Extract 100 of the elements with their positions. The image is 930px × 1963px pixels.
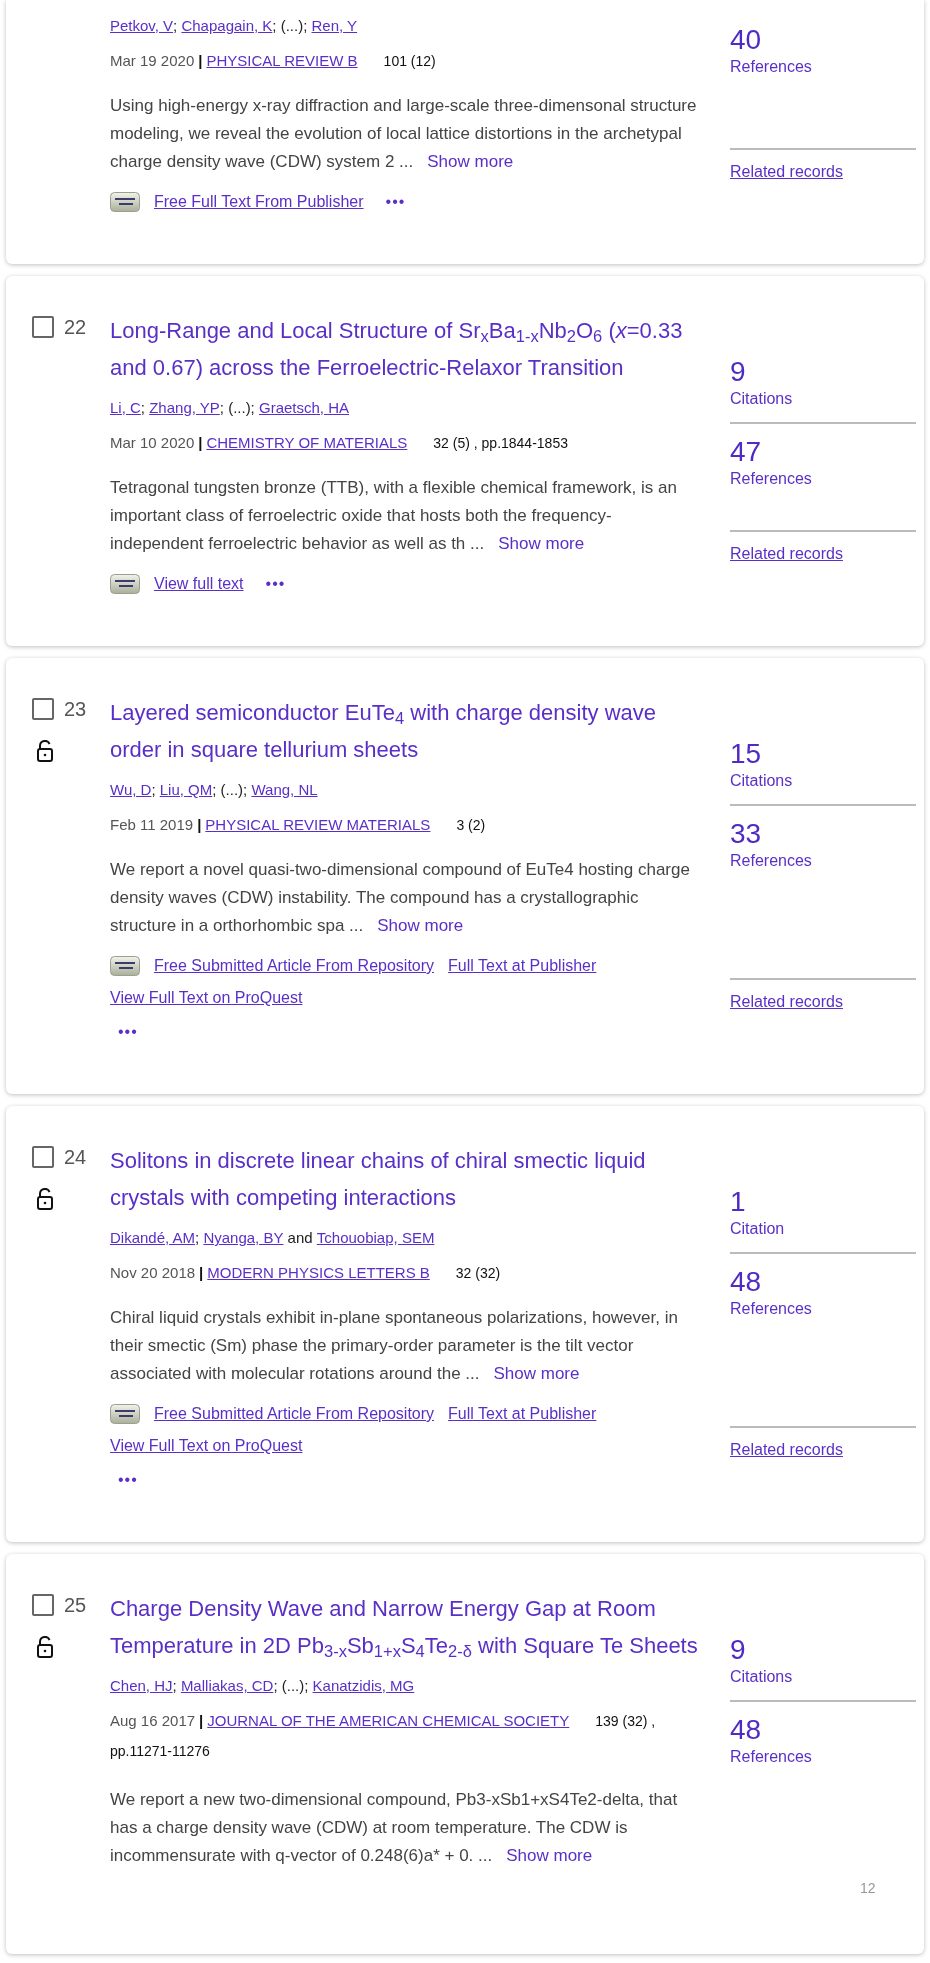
author-link[interactable]: Nyanga, BY bbox=[203, 1226, 284, 1250]
metric-label: Citation bbox=[730, 1219, 786, 1239]
select-checkbox[interactable] bbox=[32, 1146, 54, 1168]
metric-count[interactable]: 48 bbox=[730, 1714, 916, 1746]
record-title[interactable]: Solitons in discrete linear chains of chiral smectic liquid crystals with competing interactions bbox=[110, 1142, 708, 1216]
show-more-link[interactable]: Show more bbox=[498, 534, 585, 553]
related-records-link[interactable]: Related records bbox=[730, 993, 843, 1010]
abstract-text: Using high-energy x-ray diffraction and large-scale three-dimensonal structure modeling, we reveal the evolution of local lattice distortions in the archetypal charge density wave (CDW) system 2 ... Show more bbox=[110, 95, 698, 173]
publication-date: Mar 19 2020 bbox=[110, 51, 195, 71]
metric-count[interactable]: 15 bbox=[730, 738, 916, 770]
date-divider: | bbox=[197, 815, 202, 835]
metric-count[interactable]: 33 bbox=[730, 818, 916, 850]
full-text-link[interactable]: View full text bbox=[154, 572, 244, 596]
abstract-text: Tetragonal tungsten bronze (TTB), with a flexible chemical framework, is an important class of ferroelectric oxide that hosts both the frequency-independent ferroelectric behavior as well as th ... Show more bbox=[110, 477, 678, 555]
author-link[interactable]: Zhang, YP bbox=[149, 396, 220, 420]
author-link[interactable]: Kanatzidis, MG bbox=[312, 1674, 415, 1698]
metric-count[interactable]: 9 bbox=[730, 356, 916, 388]
metric-label: References bbox=[730, 1747, 813, 1767]
show-more-link[interactable]: Show more bbox=[427, 152, 514, 171]
author-separator: ; (...); bbox=[272, 16, 309, 36]
publication-date: Nov 20 2018 bbox=[110, 1263, 196, 1283]
author-link[interactable]: Malliakas, CD bbox=[180, 1674, 274, 1698]
select-checkbox[interactable] bbox=[32, 1594, 54, 1616]
record-title[interactable]: Layered semiconductor EuTe$_{4}$ with charge density wave order in square tellurium sheets bbox=[110, 694, 708, 768]
more-options-button[interactable]: ••• bbox=[385, 190, 406, 214]
journal-link[interactable]: MODERN PHYSICS LETTERS B bbox=[207, 1260, 430, 1286]
author-separator: and bbox=[286, 1228, 314, 1248]
metric-count[interactable]: 40 bbox=[730, 24, 916, 56]
metric-count[interactable]: 48 bbox=[730, 1266, 916, 1298]
volume-text: 32 (32) bbox=[455, 1264, 501, 1283]
metric-label: Citations bbox=[730, 1667, 794, 1687]
full-text-link[interactable]: View Full Text on ProQuest bbox=[110, 1434, 303, 1458]
metric-label: Citations bbox=[730, 389, 794, 409]
journal-logo-icon bbox=[110, 574, 140, 594]
journal-link[interactable]: CHEMISTRY OF MATERIALS bbox=[206, 430, 408, 456]
author-link[interactable]: Li, C bbox=[110, 396, 141, 420]
journal-logo-icon bbox=[110, 192, 140, 212]
metric-label: Citations bbox=[730, 771, 794, 791]
author-link[interactable]: Wang, NL bbox=[251, 778, 318, 802]
date-divider: | bbox=[199, 1263, 204, 1283]
record-number: 24 bbox=[64, 1145, 87, 1170]
metric-label: References bbox=[730, 851, 813, 871]
record-title[interactable]: Charge Density Wave and Narrow Energy Gap at Room Temperature in 2D Pb$_{3-x}$Sb$_{1+x}$S$_{4}$Te$_{2-δ}$ with Square Te Sheets bbox=[110, 1590, 708, 1664]
author-link[interactable]: Tchouobiap, SEM bbox=[316, 1226, 435, 1250]
volume-text: 101 (12) bbox=[383, 52, 436, 71]
author-separator: ; bbox=[140, 398, 146, 418]
show-more-link[interactable]: Show more bbox=[377, 916, 464, 935]
more-options-button[interactable]: ••• bbox=[118, 1020, 138, 1044]
author-link[interactable]: Graetsch, HA bbox=[258, 396, 349, 420]
show-more-link[interactable]: Show more bbox=[493, 1364, 580, 1383]
author-separator: ; (...); bbox=[212, 780, 249, 800]
open-lock-icon bbox=[36, 740, 54, 762]
record-number: 25 bbox=[64, 1593, 87, 1618]
author-separator: ; (...); bbox=[219, 398, 256, 418]
select-checkbox[interactable] bbox=[32, 316, 54, 338]
full-text-link[interactable]: Full Text at Publisher bbox=[448, 954, 597, 978]
author-separator: ; (...); bbox=[273, 1676, 310, 1696]
abstract-text: We report a new two-dimensional compound, Pb3-xSb1+xS4Te2-delta, that has a charge density wave (CDW) at room temperature. The CDW is incommensurate with q-vector of 0.248(6)a* + 0. ... Show more bbox=[110, 1789, 679, 1867]
more-options-button[interactable]: ••• bbox=[118, 1468, 138, 1492]
author-link[interactable]: Chen, HJ bbox=[110, 1674, 173, 1698]
metric-count[interactable]: 47 bbox=[730, 436, 916, 468]
metric-label: References bbox=[730, 57, 813, 77]
more-options-button[interactable]: ••• bbox=[265, 572, 286, 596]
open-lock-icon bbox=[36, 1636, 54, 1658]
author-separator: ; bbox=[151, 780, 157, 800]
volume-text: 139 (32) , bbox=[595, 1712, 656, 1731]
metric-label: References bbox=[730, 469, 813, 489]
full-text-link[interactable]: Free Full Text From Publisher bbox=[154, 190, 364, 214]
full-text-link[interactable]: View Full Text on ProQuest bbox=[110, 986, 303, 1010]
related-records-link[interactable]: Related records bbox=[730, 1441, 843, 1458]
author-link[interactable]: Wu, D bbox=[110, 778, 152, 802]
full-text-link[interactable]: Free Submitted Article From Repository bbox=[154, 1402, 435, 1426]
abstract-text: Chiral liquid crystals exhibit in-plane spontaneous polarizations, however, in their smectic (Sm) phase the primary-order parameter is the tilt vector associated with molecular rotations around the ... Show more bbox=[110, 1307, 679, 1385]
journal-link[interactable]: PHYSICAL REVIEW B bbox=[206, 48, 358, 74]
volume-text: 32 (5) , pp.1844-1853 bbox=[433, 434, 568, 453]
record-number: 23 bbox=[64, 697, 87, 722]
author-separator: ; bbox=[173, 16, 179, 36]
publication-date: Aug 16 2017 bbox=[110, 1711, 196, 1731]
volume-text: 3 (2) bbox=[456, 816, 486, 835]
author-link[interactable]: Ren, Y bbox=[311, 14, 358, 38]
show-more-link[interactable]: Show more bbox=[506, 1846, 593, 1865]
journal-link[interactable]: PHYSICAL REVIEW MATERIALS bbox=[205, 812, 431, 838]
date-divider: | bbox=[198, 433, 203, 453]
journal-logo-icon bbox=[110, 1404, 140, 1424]
metric-label: References bbox=[730, 1299, 813, 1319]
metric-count[interactable]: 9 bbox=[730, 1634, 916, 1666]
author-separator: ; bbox=[195, 1228, 201, 1248]
select-checkbox[interactable] bbox=[32, 698, 54, 720]
full-text-link[interactable]: Free Submitted Article From Repository bbox=[154, 954, 435, 978]
date-divider: | bbox=[199, 1711, 204, 1731]
related-records-link[interactable]: Related records bbox=[730, 163, 843, 180]
author-link[interactable]: Liu, QM bbox=[159, 778, 213, 802]
journal-logo-icon bbox=[110, 956, 140, 976]
full-text-link[interactable]: Full Text at Publisher bbox=[448, 1402, 597, 1426]
record-title[interactable]: Long-Range and Local Structure of Sr$_{x}$Ba$_{1-x}$Nb$_{2}$O$_{6}$ (x=0.33 and 0.67) across the Ferroelectric-Relaxor Transition bbox=[110, 312, 708, 386]
author-link[interactable]: Dikandé, AM bbox=[110, 1226, 196, 1250]
metric-count[interactable]: 1 bbox=[730, 1186, 916, 1218]
related-records-link[interactable]: Related records bbox=[730, 545, 843, 562]
journal-link[interactable]: JOURNAL OF THE AMERICAN CHEMICAL SOCIETY bbox=[207, 1708, 570, 1734]
pages-text: pp.11271-11276 bbox=[110, 1742, 210, 1761]
